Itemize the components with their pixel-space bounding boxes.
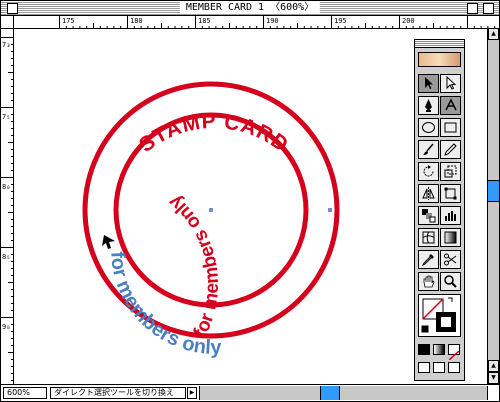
ellipse-tool-button[interactable] — [418, 118, 439, 137]
fill-stroke-icon — [421, 297, 456, 333]
vertical-scroll-thumb[interactable] — [488, 180, 499, 202]
ruler-ticks — [59, 16, 496, 28]
ruler-label: 190 — [266, 17, 279, 25]
pen-tool-button[interactable] — [418, 96, 439, 115]
gradient-mode-button[interactable] — [433, 344, 445, 355]
scroll-down-arrow-icon[interactable]: ▼ — [488, 372, 499, 384]
stamp-card-textpath: STAMP CARD — [135, 110, 292, 157]
vertical-scrollbar[interactable]: ▲ ▲ ▼ — [487, 28, 499, 384]
ruler-label: 175 — [62, 17, 75, 25]
ruler-label: 195 — [334, 17, 347, 25]
reflect-tool-button[interactable] — [418, 184, 439, 203]
scale-tool-button[interactable] — [440, 162, 461, 181]
gradient-icon — [444, 231, 457, 244]
toolbox-title-bar[interactable] — [415, 40, 464, 48]
type-tool-button[interactable] — [440, 96, 461, 115]
zoom-tool-button[interactable] — [440, 272, 461, 291]
rotate-icon — [423, 165, 434, 177]
horizontal-scrollbar[interactable] — [199, 386, 487, 400]
horizontal-scroll-thumb[interactable] — [320, 386, 340, 400]
ruler-label: 180 — [130, 17, 143, 25]
brush-icon — [423, 143, 434, 155]
status-menu-arrow-icon[interactable]: ▶ — [187, 387, 197, 399]
reflect-icon — [422, 187, 435, 200]
scale-icon — [444, 165, 457, 178]
toolbox-palette — [414, 39, 465, 381]
collapse-box-icon[interactable] — [483, 3, 494, 14]
full-screen-mode-button[interactable] — [448, 362, 460, 373]
ruler-label: 7₃ — [2, 41, 11, 49]
scissors-icon — [444, 253, 457, 266]
inverse-text-group: for members only — [164, 191, 223, 342]
resize-grip-icon[interactable] — [487, 386, 499, 400]
magnifier-icon — [444, 275, 457, 288]
ruler-label: 185 — [198, 17, 211, 25]
scroll-up-arrow-icon[interactable]: ▲ — [488, 360, 499, 372]
title-bar[interactable]: MEMBER CARD 1 〈600%〉 — [1, 1, 499, 16]
inverse-members-text[interactable]: for members only — [164, 191, 223, 342]
document-window: MEMBER CARD 1 〈600%〉 175 180 185 190 195… — [0, 0, 500, 402]
rectangle-tool-button[interactable] — [440, 118, 461, 137]
scissors-tool-button[interactable] — [440, 250, 461, 269]
standard-screen-mode-button[interactable] — [418, 362, 430, 373]
ruler-origin[interactable] — [1, 16, 14, 29]
window-title: MEMBER CARD 1 〈600%〉 — [179, 2, 321, 14]
zoom-box-icon[interactable] — [467, 3, 478, 14]
blend-tool-button[interactable] — [418, 206, 439, 225]
app-logo[interactable] — [418, 52, 461, 67]
free-transform-tool-button[interactable] — [440, 184, 461, 203]
close-box-icon[interactable] — [7, 3, 18, 14]
brush-tool-button[interactable] — [418, 140, 439, 159]
none-mode-button[interactable] — [448, 344, 460, 361]
eyedropper-icon — [421, 254, 434, 267]
ruler-label: 8₀ — [2, 183, 11, 191]
hollow-arrow-icon — [446, 76, 457, 90]
text-icon — [445, 98, 457, 111]
status-text[interactable]: ダイレクト選択ツールを切り換え — [50, 387, 186, 399]
gradient-tool-button[interactable] — [440, 228, 461, 247]
scroll-up-arrow-icon[interactable]: ▲ — [488, 28, 499, 40]
horizontal-ruler[interactable]: 175 180 185 190 195 200 — [14, 16, 499, 29]
graph-icon — [445, 211, 456, 221]
transform-icon — [444, 187, 457, 200]
rotate-tool-button[interactable] — [418, 162, 439, 181]
vertical-ruler[interactable]: 7₃ 7₅ 8₀ 8₅ 9₀ — [1, 29, 14, 384]
graph-tool-button[interactable] — [440, 206, 461, 225]
ruler-label: 8₅ — [2, 253, 11, 261]
color-mode-button[interactable] — [418, 344, 430, 355]
ruler-label: 7₅ — [2, 113, 11, 121]
inverse-members-textpath: for members only — [164, 191, 223, 342]
zoom-level-field[interactable]: 600% — [3, 387, 47, 399]
status-bar: 600% ダイレクト選択ツールを切り換え ▶ — [1, 384, 499, 401]
blend-icon — [422, 209, 436, 223]
ruler-label: 9₀ — [2, 323, 11, 331]
pen-icon — [425, 99, 432, 112]
full-screen-menu-mode-button[interactable] — [433, 362, 445, 373]
mouse-cursor-icon — [102, 235, 115, 249]
stamp-card-text[interactable]: STAMP CARD — [135, 110, 293, 157]
selection-tool-button[interactable] — [418, 74, 439, 93]
hand-tool-button[interactable] — [418, 272, 439, 291]
eyedropper-tool-button[interactable] — [418, 250, 439, 269]
anchor-point[interactable] — [328, 208, 332, 212]
rectangle-icon — [444, 122, 457, 133]
hand-icon — [423, 275, 435, 288]
ellipse-icon — [422, 122, 435, 133]
arrow-icon — [425, 77, 433, 89]
fill-stroke-swatch[interactable] — [418, 294, 461, 337]
mesh-icon — [422, 231, 435, 244]
center-point[interactable] — [209, 208, 213, 212]
pencil-tool-button[interactable] — [440, 140, 461, 159]
ruler-label: 200 — [402, 17, 415, 25]
none-icon — [448, 350, 460, 361]
direct-selection-tool-button[interactable] — [440, 74, 461, 93]
gradient-mesh-tool-button[interactable] — [418, 228, 439, 247]
pencil-icon — [444, 143, 457, 156]
